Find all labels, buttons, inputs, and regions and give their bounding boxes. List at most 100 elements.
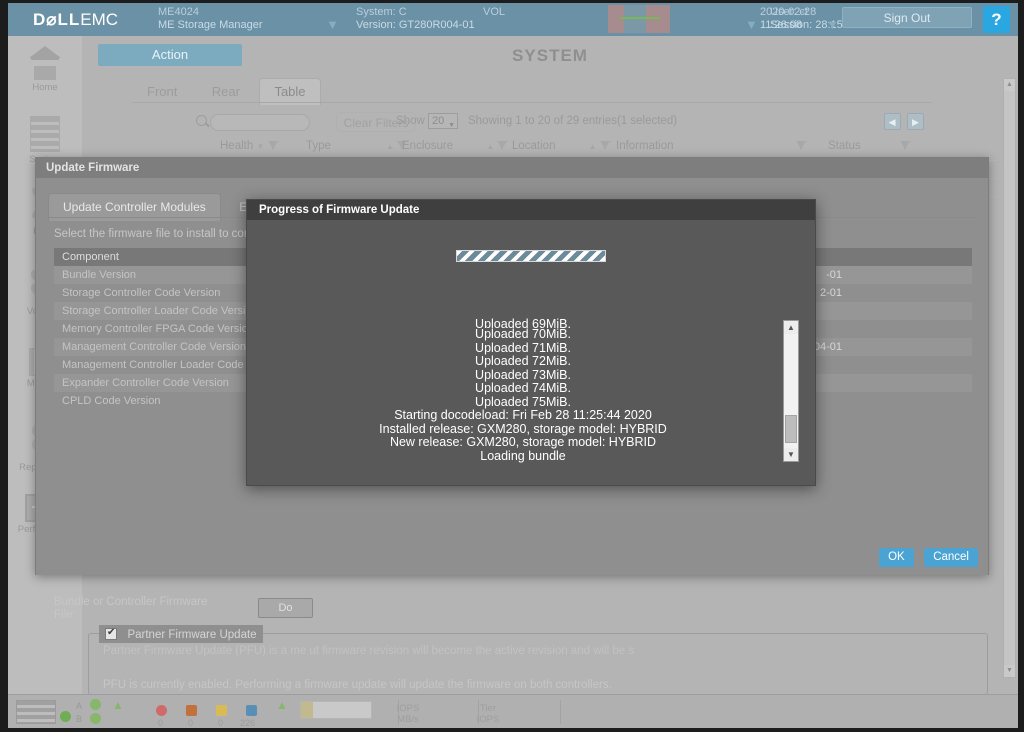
pfu-description: Partner Firmware Update (PFU) is a me ut… bbox=[103, 645, 635, 657]
partner-firmware-update-group: Partner Firmware Update Partner Firmware… bbox=[88, 625, 988, 695]
table-header-row: Health ▼ Type ▲ Enclosure ▲ Location ▲ I… bbox=[134, 140, 998, 158]
chevron-down-icon: ▼ bbox=[448, 122, 455, 129]
chevron-down-icon-3[interactable]: ▼ bbox=[826, 17, 839, 32]
filter-icon[interactable] bbox=[599, 141, 611, 150]
filter-icon[interactable] bbox=[900, 141, 911, 150]
page-size-select[interactable]: 20 ▼ bbox=[428, 113, 458, 129]
component-name: Management Controller Code Version bbox=[62, 341, 247, 353]
prev-page-button[interactable]: ◀ bbox=[883, 113, 901, 130]
controller-a-status-dot bbox=[90, 699, 101, 710]
page-scrollbar[interactable]: ▲ ▼ bbox=[1003, 78, 1016, 678]
system-name-info: System: C Version: GT280R004-01 bbox=[356, 6, 475, 32]
info-count: 226 bbox=[240, 718, 256, 728]
browse-file-button[interactable]: Do bbox=[258, 598, 313, 618]
column-header-information[interactable]: Information bbox=[616, 140, 674, 152]
enclosure-icon[interactable] bbox=[16, 700, 56, 724]
filter-icon-information[interactable] bbox=[796, 140, 807, 152]
warning-count: 0 bbox=[188, 718, 194, 728]
health-ok-dot bbox=[60, 711, 71, 722]
component-version: -01 bbox=[826, 269, 842, 281]
network-topology-thumbnail[interactable] bbox=[608, 5, 670, 33]
pfu-checkbox[interactable] bbox=[105, 627, 117, 640]
scroll-down-icon[interactable]: ▼ bbox=[784, 448, 798, 461]
chevron-down-icon-2[interactable]: ▼ bbox=[745, 17, 758, 32]
cancel-button[interactable]: Cancel bbox=[924, 548, 978, 567]
logo-emc: EMC bbox=[80, 10, 119, 29]
log-line: Uploaded 73MiB. bbox=[475, 367, 571, 382]
log-line: Uploaded 72MiB. bbox=[475, 354, 571, 368]
system-name: System: C bbox=[356, 6, 407, 18]
pfu-status-text: PFU is currently enabled. Performing a f… bbox=[103, 679, 612, 691]
component-name: Expander Controller Code Version bbox=[62, 377, 229, 389]
progress-log-scrollbar[interactable]: ▲ ▼ bbox=[783, 320, 799, 462]
column-header-type[interactable]: Type ▲ bbox=[306, 140, 409, 152]
expand-arrow-icon-1[interactable]: ▲ bbox=[112, 698, 124, 712]
chevron-down-icon-1[interactable]: ▼ bbox=[326, 17, 339, 32]
column-header-status[interactable]: Status bbox=[828, 140, 861, 152]
scroll-up-icon[interactable]: ▲ bbox=[1004, 79, 1015, 91]
log-line: Starting docodeload: Fri Feb 28 11:25:44… bbox=[394, 408, 652, 422]
search-input[interactable] bbox=[210, 114, 310, 131]
table-toolbar: Clear Filters Show 20 ▼ Showing 1 to 20 … bbox=[134, 112, 998, 140]
window-frame-top bbox=[0, 0, 1024, 3]
progress-log: Uploaded 69MiB. Uploaded 70MiB. Uploaded… bbox=[267, 318, 779, 463]
status-divider bbox=[560, 700, 561, 724]
component-name: Bundle Version bbox=[62, 269, 136, 281]
column-header-health[interactable]: Health ▼ bbox=[220, 140, 279, 152]
update-firmware-title: Update Firmware bbox=[36, 158, 988, 178]
caution-icon[interactable] bbox=[216, 705, 227, 716]
tab-table[interactable]: Table bbox=[259, 78, 321, 105]
progress-dialog: Progress of Firmware Update Uploaded 69M… bbox=[246, 199, 816, 486]
component-name: Storage Controller Code Version bbox=[62, 287, 221, 299]
tier-iops-metric: Tier IOPS bbox=[476, 703, 500, 725]
pfu-checkbox-label: Partner Firmware Update bbox=[127, 629, 257, 641]
filter-icon[interactable] bbox=[267, 141, 279, 150]
system-model-info: ME4024 ME Storage Manager bbox=[158, 6, 263, 32]
controller-b-status-dot bbox=[90, 713, 101, 724]
window-frame-bottom bbox=[0, 728, 1024, 732]
log-line: Installed release: GXM280, storage model… bbox=[379, 421, 667, 436]
tab-rear[interactable]: Rear bbox=[197, 78, 255, 105]
pagination-controls: ◀ ▶ bbox=[882, 112, 924, 130]
sort-desc-icon[interactable]: ▼ bbox=[256, 142, 264, 151]
scroll-up-icon[interactable]: ▲ bbox=[784, 321, 798, 334]
next-page-button[interactable]: ▶ bbox=[907, 113, 924, 130]
sort-asc-icon[interactable]: ▲ bbox=[589, 142, 597, 151]
warning-icon[interactable] bbox=[186, 705, 197, 716]
file-label-line1: Bundle or Controller Firmware bbox=[54, 596, 208, 608]
filter-icon[interactable] bbox=[497, 141, 509, 150]
log-line: Uploaded 71MiB. bbox=[475, 340, 571, 355]
error-icon[interactable] bbox=[156, 705, 167, 716]
rack-icon bbox=[30, 116, 60, 152]
component-name: CPLD Code Version bbox=[62, 395, 161, 407]
sort-asc-icon[interactable]: ▲ bbox=[386, 142, 394, 151]
log-line: Uploaded 74MiB. bbox=[475, 381, 571, 395]
expand-arrow-icon-2[interactable]: ▲ bbox=[276, 698, 288, 712]
column-header-location[interactable]: Location ▲ bbox=[512, 140, 611, 152]
scroll-down-icon[interactable]: ▼ bbox=[1004, 665, 1015, 677]
page-title: SYSTEM bbox=[512, 46, 588, 65]
top-banner: D⌀LLEMC ME4024 ME Storage Manager System… bbox=[8, 3, 1018, 36]
ok-button[interactable]: OK bbox=[879, 548, 914, 567]
sidebar-item-home[interactable]: Home bbox=[8, 44, 82, 93]
log-line: Uploaded 70MiB. bbox=[475, 327, 571, 341]
tab-front[interactable]: Front bbox=[132, 78, 192, 105]
help-icon[interactable]: ? bbox=[983, 6, 1010, 33]
filter-icon-status[interactable] bbox=[900, 140, 911, 152]
filter-icon[interactable] bbox=[796, 141, 807, 150]
column-header-enclosure[interactable]: Enclosure ▲ bbox=[402, 140, 509, 152]
error-count: 0 bbox=[158, 718, 164, 728]
scrollbar-thumb[interactable] bbox=[785, 415, 797, 443]
info-icon[interactable] bbox=[246, 705, 257, 716]
sign-out-button[interactable]: Sign Out bbox=[842, 7, 972, 28]
caution-count: 0 bbox=[218, 718, 224, 728]
pfu-group-header: Partner Firmware Update bbox=[99, 625, 263, 643]
sort-asc-icon[interactable]: ▲ bbox=[486, 142, 494, 151]
progress-dialog-body: Uploaded 69MiB. Uploaded 70MiB. Uploaded… bbox=[247, 220, 815, 486]
status-bar: A B ▲ 0 0 0 226 ▲ IOPS MB/s Tier IOPS bbox=[8, 694, 1018, 728]
dell-emc-logo: D⌀LLEMC bbox=[33, 10, 118, 30]
progress-bar-stripes bbox=[457, 251, 605, 261]
window-frame-left bbox=[0, 0, 8, 732]
show-label: Show bbox=[396, 115, 425, 127]
volume-indicator: VOL bbox=[483, 6, 506, 18]
